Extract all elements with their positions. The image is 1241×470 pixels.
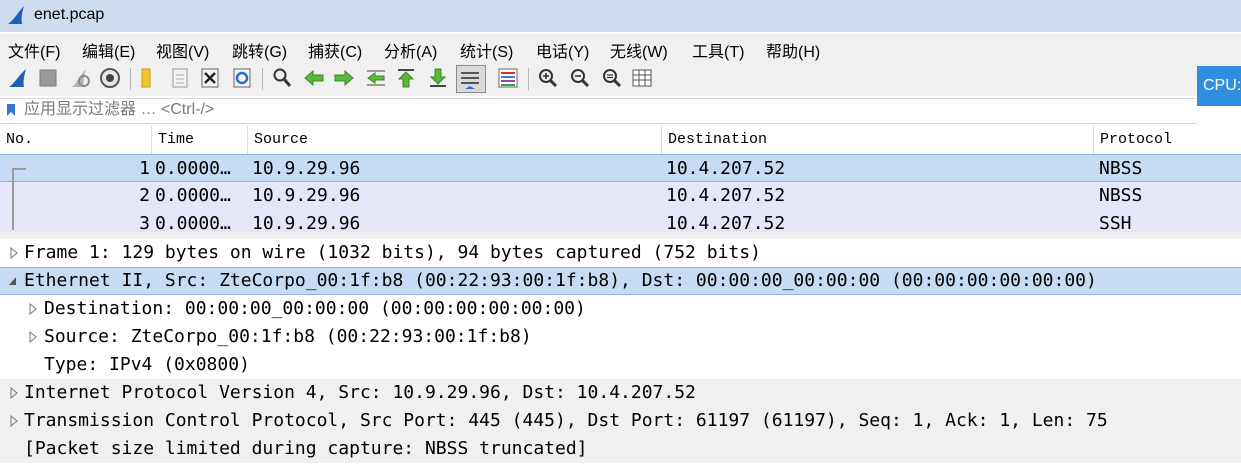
detail-frame[interactable]: Frame 1: 129 bytes on wire (1032 bits), … [0,239,1241,267]
packet-list: No. Time Source Destination Protocol 1 0… [0,126,1241,232]
packet-destination: 10.4.207.52 [666,185,786,206]
open-folder-icon[interactable] [136,66,160,90]
packet-row[interactable]: 2 0.0000… 10.9.29.96 10.4.207.52 NBSS [0,182,1241,210]
menu-wireless[interactable]: 无线(W) [610,38,668,62]
packet-source: 10.9.29.96 [252,158,361,179]
menu-telephony[interactable]: 电话(Y) [536,38,589,62]
detail-ipv4[interactable]: Internet Protocol Version 4, Src: 10.9.2… [0,379,1241,407]
detail-eth-destination[interactable]: Destination: 00:00:00_00:00:00 (00:00:00… [0,295,1241,323]
go-first-icon[interactable] [394,66,418,90]
window-title: enet.pcap [34,6,105,23]
detail-text: Transmission Control Protocol, Src Port:… [24,410,1108,431]
expand-arrow-icon[interactable] [9,379,19,407]
zoom-normal-icon[interactable] [600,66,624,90]
detail-text: Type: IPv4 (0x0800) [44,354,250,375]
packet-details: Frame 1: 129 bytes on wire (1032 bits), … [0,239,1241,470]
detail-eth-type[interactable]: Type: IPv4 (0x0800) [0,351,1241,379]
column-header-source[interactable]: Source [248,126,662,154]
packet-row[interactable]: 1 0.0000… 10.9.29.96 10.4.207.52 NBSS [0,154,1241,182]
zoom-out-icon[interactable] [568,66,592,90]
column-header-no[interactable]: No. [0,126,152,154]
go-back-icon[interactable] [302,66,326,90]
column-header-protocol[interactable]: Protocol [1094,126,1241,154]
column-header-time[interactable]: Time [152,126,248,154]
packet-protocol: SSH [1099,213,1132,232]
wireshark-fin-icon [8,6,24,24]
shark-fin-start-icon[interactable] [6,66,30,90]
menu-view[interactable]: 视图(V) [156,38,209,62]
conversation-bracket-top [12,168,26,170]
colorize-icon[interactable] [496,66,520,90]
detail-truncated-note[interactable]: [Packet size limited during capture: NBS… [0,435,1241,463]
display-filter-input[interactable] [24,100,1184,120]
go-forward-icon[interactable] [332,66,356,90]
detail-text: [Packet size limited during capture: NBS… [24,438,588,459]
packet-time: 0.0000… [155,185,231,206]
detail-ethernet[interactable]: Ethernet II, Src: ZteCorpo_00:1f:b8 (00:… [0,267,1241,295]
packet-destination: 10.4.207.52 [666,158,786,179]
restart-icon[interactable] [68,66,92,90]
expand-arrow-icon[interactable] [28,323,38,351]
detail-text: Frame 1: 129 bytes on wire (1032 bits), … [24,242,761,263]
pane-splitter[interactable] [0,232,1241,239]
cpu-tab[interactable]: CPU: [1197,66,1241,106]
packet-source: 10.9.29.96 [252,185,361,206]
column-header-destination[interactable]: Destination [662,126,1094,154]
menu-tools[interactable]: 工具(T) [692,38,744,62]
menu-file[interactable]: 文件(F) [8,38,60,62]
menu-capture[interactable]: 捕获(C) [308,38,362,62]
menu-edit[interactable]: 编辑(E) [82,38,135,62]
detail-text: Source: ZteCorpo_00:1f:b8 (00:22:93:00:1… [44,326,532,347]
go-last-icon[interactable] [426,66,450,90]
detail-text: Ethernet II, Src: ZteCorpo_00:1f:b8 (00:… [24,270,1097,291]
display-filter-bar [0,98,1197,124]
expand-arrow-icon[interactable] [9,407,19,435]
conversation-bracket [12,168,28,230]
packet-protocol: NBSS [1099,158,1143,179]
detail-text: Internet Protocol Version 4, Src: 10.9.2… [24,382,696,403]
packet-time: 0.0000… [155,158,231,179]
zoom-in-icon[interactable] [536,66,560,90]
packet-source: 10.9.29.96 [252,213,361,232]
packet-destination: 10.4.207.52 [666,213,786,232]
title-bar: enet.pcap [0,0,1241,32]
packet-list-header: No. Time Source Destination Protocol [0,126,1241,155]
expand-arrow-icon[interactable] [28,295,38,323]
expand-arrow-icon[interactable] [9,239,19,267]
stop-icon[interactable] [36,66,60,90]
detail-text: Destination: 00:00:00_00:00:00 (00:00:00… [44,298,586,319]
menu-analyze[interactable]: 分析(A) [384,38,437,62]
capture-options-icon[interactable] [98,66,122,90]
collapse-arrow-icon[interactable] [7,268,17,296]
detail-eth-source[interactable]: Source: ZteCorpo_00:1f:b8 (00:22:93:00:1… [0,323,1241,351]
file-icon[interactable] [168,66,192,90]
reload-icon[interactable] [230,66,254,90]
detail-tcp[interactable]: Transmission Control Protocol, Src Port:… [0,407,1241,435]
menu-go[interactable]: 跳转(G) [232,38,287,62]
autoscroll-icon[interactable] [456,65,486,93]
menu-help[interactable]: 帮助(H) [766,38,820,62]
bookmark-icon[interactable] [6,103,16,117]
menu-bar: 文件(F) 编辑(E) 视图(V) 跳转(G) 捕获(C) 分析(A) 统计(S… [0,34,1241,62]
resize-columns-icon[interactable] [630,66,654,90]
packet-row[interactable]: 3 0.0000… 10.9.29.96 10.4.207.52 SSH [0,210,1241,232]
go-to-packet-icon[interactable] [364,66,388,90]
menu-statistics[interactable]: 统计(S) [460,38,513,62]
packet-protocol: NBSS [1099,185,1143,206]
close-file-icon[interactable] [198,66,222,90]
main-toolbar [0,62,1241,96]
find-icon[interactable] [270,66,294,90]
packet-time: 0.0000… [155,213,231,232]
